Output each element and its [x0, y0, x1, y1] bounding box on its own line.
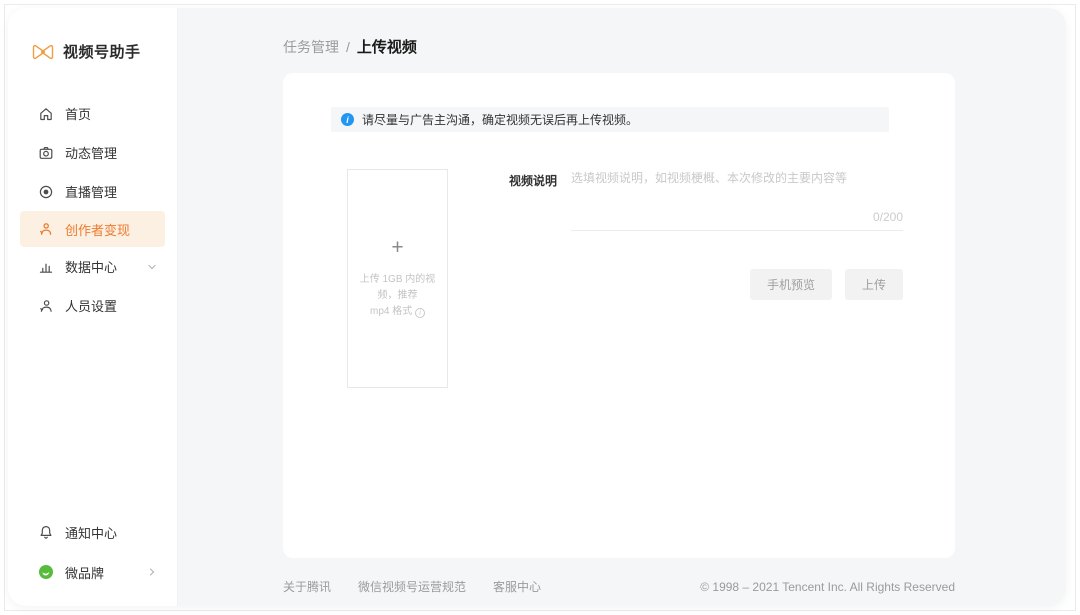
sidebar-bottom-menu: 通知中心 微品牌	[8, 512, 177, 606]
channels-logo-icon	[32, 43, 54, 61]
camera-icon	[38, 145, 54, 161]
notice-banner: i 请尽量与广告主沟通，确定视频无误后再上传视频。	[331, 107, 889, 132]
person-icon	[38, 298, 54, 314]
sidebar-item-data-center[interactable]: 数据中心	[8, 247, 177, 286]
sidebar: 视频号助手 首页 动态管理 直播管理 创作者变现 数据中心 人员设置 通知中心 …	[8, 8, 178, 606]
sidebar-item-home[interactable]: 首页	[8, 94, 177, 133]
notice-text: 请尽量与广告主沟通，确定视频无误后再上传视频。	[362, 113, 639, 127]
copyright: © 1998 – 2021 Tencent Inc. All Rights Re…	[700, 579, 955, 594]
plus-icon: +	[391, 236, 404, 259]
app-window: 视频号助手 首页 动态管理 直播管理 创作者变现 数据中心 人员设置 通知中心 …	[8, 8, 1066, 606]
main-area: 任务管理 / 上传视频 i 请尽量与广告主沟通，确定视频无误后再上传视频。 + …	[178, 8, 1066, 606]
sidebar-item-creator-monetization[interactable]: 创作者变现	[20, 211, 165, 247]
upload-info-icon[interactable]: i	[415, 308, 425, 318]
sidebar-item-notifications[interactable]: 通知中心	[8, 512, 177, 552]
chevron-right-icon	[147, 567, 157, 577]
brand-icon	[38, 564, 54, 580]
info-icon: i	[341, 113, 354, 126]
sidebar-item-wei-brand[interactable]: 微品牌	[8, 552, 177, 592]
sidebar-menu: 首页 动态管理 直播管理 创作者变现 数据中心 人员设置	[8, 94, 177, 325]
description-field: 0/200	[571, 169, 903, 231]
bell-icon	[38, 524, 54, 540]
upload-hint-line1: 上传 1GB 内的视频，推荐	[359, 274, 436, 301]
description-label: 视频说明	[509, 174, 558, 188]
live-record-icon	[38, 184, 54, 200]
sidebar-item-label: 首页	[65, 107, 92, 122]
chevron-down-icon	[147, 262, 157, 272]
footer-link-about-tencent[interactable]: 关于腾讯	[283, 578, 331, 595]
sidebar-item-label: 人员设置	[65, 299, 118, 314]
sidebar-item-live[interactable]: 直播管理	[8, 172, 177, 211]
page-title: 上传视频	[356, 39, 417, 56]
breadcrumb-parent[interactable]: 任务管理	[283, 37, 339, 57]
footer-link-customer-service[interactable]: 客服中心	[493, 578, 541, 595]
action-buttons: 手机预览 上传	[509, 269, 903, 300]
sidebar-item-moments[interactable]: 动态管理	[8, 133, 177, 172]
footer-link-operation-rules[interactable]: 微信视频号运营规范	[358, 578, 466, 595]
sidebar-item-label: 微品牌	[65, 565, 105, 581]
breadcrumb-separator: /	[346, 39, 350, 55]
phone-preview-button[interactable]: 手机预览	[749, 269, 832, 300]
description-input[interactable]	[571, 169, 903, 205]
sidebar-item-label: 直播管理	[65, 185, 118, 200]
upload-button[interactable]: 上传	[844, 269, 903, 300]
upload-form-row: + 上传 1GB 内的视频，推荐 mp4 格式 i 视频说明 0/200	[347, 169, 955, 388]
logo-row: 视频号助手	[8, 8, 177, 62]
sidebar-item-label: 数据中心	[65, 260, 118, 275]
upload-hint: 上传 1GB 内的视频，推荐 mp4 格式 i	[348, 272, 447, 320]
app-title: 视频号助手	[63, 44, 141, 61]
creator-icon	[38, 221, 54, 237]
sidebar-item-label: 通知中心	[65, 525, 118, 541]
footer: 关于腾讯 微信视频号运营规范 客服中心 © 1998 – 2021 Tencen…	[283, 578, 955, 595]
bar-chart-icon	[38, 259, 54, 275]
home-icon	[38, 106, 54, 122]
description-field-row: 视频说明 0/200	[509, 169, 903, 231]
upload-hint-line2: mp4 格式	[369, 306, 413, 317]
video-upload-dropzone[interactable]: + 上传 1GB 内的视频，推荐 mp4 格式 i	[347, 169, 448, 388]
char-counter: 0/200	[872, 210, 903, 224]
sidebar-item-label: 创作者变现	[65, 222, 131, 238]
video-form: 视频说明 0/200 手机预览 上传	[509, 169, 903, 388]
upload-card: i 请尽量与广告主沟通，确定视频无误后再上传视频。 + 上传 1GB 内的视频，…	[283, 73, 955, 558]
sidebar-item-staff-settings[interactable]: 人员设置	[8, 286, 177, 325]
sidebar-item-label: 动态管理	[65, 146, 118, 161]
breadcrumb: 任务管理 / 上传视频	[283, 36, 417, 57]
